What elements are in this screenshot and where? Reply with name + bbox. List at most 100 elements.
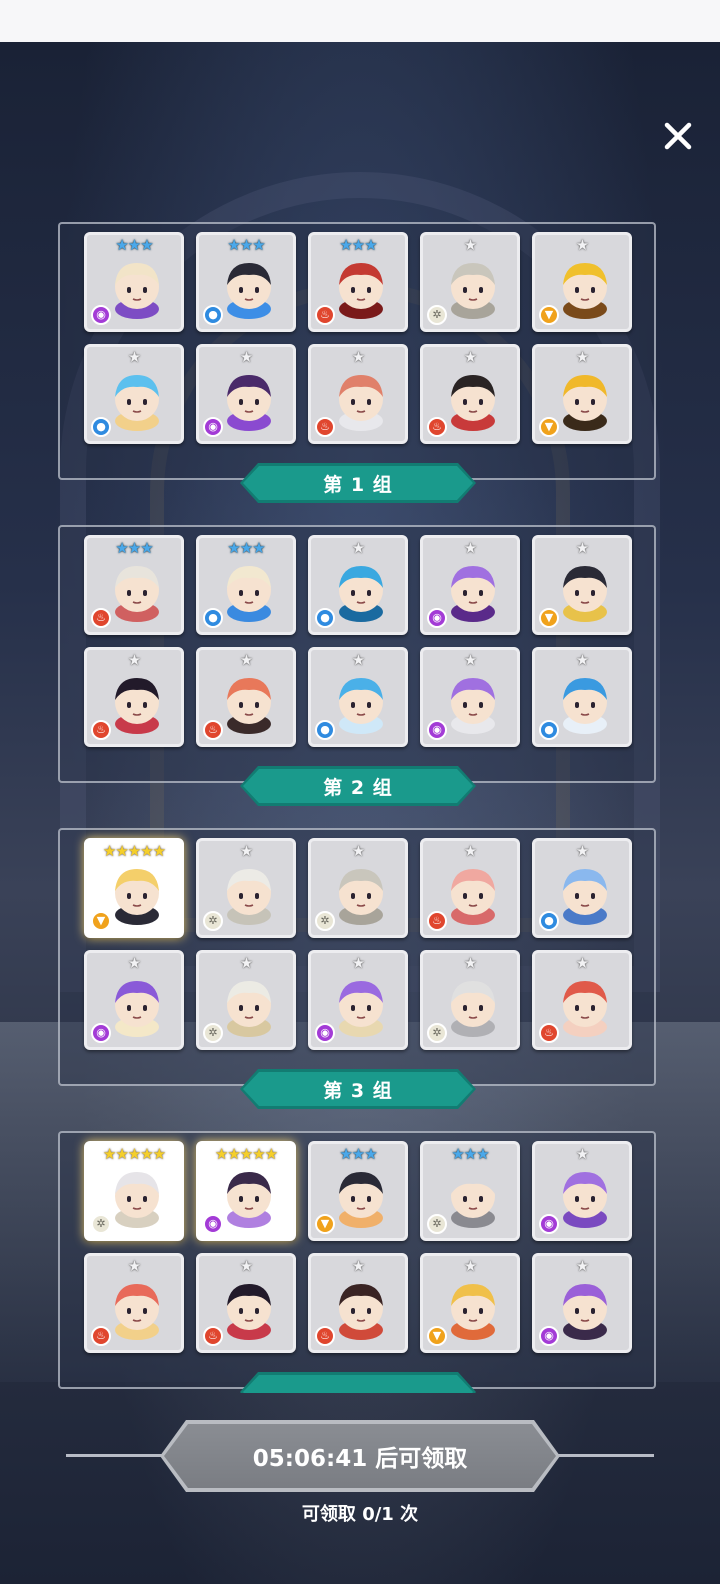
hero-card-purple-winged-helmet-knight[interactable]: ★ ◉	[420, 647, 520, 747]
group-label-badge: 第 1 组	[240, 463, 476, 503]
close-button[interactable]	[658, 116, 698, 156]
hero-portrait	[329, 558, 393, 622]
dark-element-icon: ◉	[427, 720, 447, 740]
group-label-text: 第 3 组	[323, 1079, 393, 1102]
water-element-icon: ●	[203, 608, 223, 628]
hero-card-white-hair-blue-masked-ninja[interactable]: ★★★ ●	[196, 535, 296, 635]
light-element-icon: ✲	[315, 911, 335, 931]
hero-card-red-spellbook-eye[interactable]: ★★★ ♨	[308, 232, 408, 332]
hero-portrait	[553, 255, 617, 319]
star-rating-icon: ★	[127, 1257, 141, 1275]
water-element-icon: ●	[539, 911, 559, 931]
wind-element-icon: ▼	[91, 911, 111, 931]
hero-card-armored-white-robot[interactable]: ★★★ ✲	[420, 1141, 520, 1241]
hero-card-purple-cat-eared-girl[interactable]: ★ ◉	[308, 950, 408, 1050]
star-rating-icon: ★	[575, 1257, 589, 1275]
hero-card-blue-fuzzball[interactable]: ★ ●	[308, 535, 408, 635]
star-rating-icon: ★	[575, 236, 589, 254]
hero-card-red-hat-card-soldier[interactable]: ★ ♨	[420, 344, 520, 444]
hero-card-white-mummy[interactable]: ★ ✲	[196, 838, 296, 938]
hero-card-gray-cactus[interactable]: ★ ✲	[420, 232, 520, 332]
star-rating-icon: ★	[351, 954, 365, 972]
hero-portrait	[441, 1164, 505, 1228]
hero-card-purple-cactus[interactable]: ★ ◉	[532, 1141, 632, 1241]
hero-portrait	[329, 1276, 393, 1340]
hero-portrait	[553, 558, 617, 622]
hero-card-red-wolf[interactable]: ★ ♨	[84, 1253, 184, 1353]
hero-card-bandaged-horned-mummy[interactable]: ★★★ ♨	[84, 535, 184, 635]
star-rating-icon: ★★★	[115, 539, 153, 557]
hero-card-blue-mask-samurai[interactable]: ★★★ ●	[196, 232, 296, 332]
star-rating-icon: ★	[351, 539, 365, 557]
hero-card-blue-wolf[interactable]: ★ ●	[84, 344, 184, 444]
hero-card-purple-gem-sorceress[interactable]: ★★★★★ ◉	[196, 1141, 296, 1241]
claim-button[interactable]: 05:06:41 后可领取	[160, 1420, 560, 1492]
hero-card-purple-witch-girl[interactable]: ★ ◉	[196, 344, 296, 444]
hero-grid: ★★★★★ ▼ ★ ✲ ★ ✲ ★ ♨ ★ ● ★ ◉ ★ ✲ ★ ◉ ★ ✲ ★ ♨	[84, 838, 632, 1050]
star-rating-icon: ★	[575, 954, 589, 972]
wind-element-icon: ▼	[427, 1326, 447, 1346]
hero-card-bandaged-scout[interactable]: ★★★ ▼	[308, 1141, 408, 1241]
hero-portrait	[217, 670, 281, 734]
hero-card-golden-treasure-chest[interactable]: ★ ▼	[532, 344, 632, 444]
star-rating-icon: ★	[239, 954, 253, 972]
hero-card-blue-unicorn-dragon[interactable]: ★ ●	[532, 647, 632, 747]
fire-element-icon: ♨	[539, 1023, 559, 1043]
star-rating-icon: ★	[239, 651, 253, 669]
hero-card-silver-antenna-girl[interactable]: ★ ✲	[420, 950, 520, 1050]
hero-card-gold-helmet-warrior[interactable]: ★ ▼	[532, 535, 632, 635]
light-element-icon: ✲	[427, 1023, 447, 1043]
claim-countdown: 05:06:41 后可领取	[252, 1446, 468, 1472]
hero-portrait	[217, 558, 281, 622]
star-rating-icon: ★	[463, 842, 477, 860]
hero-portrait	[217, 861, 281, 925]
hero-card-winged-helmet-knight[interactable]: ★ ♨	[308, 344, 408, 444]
hero-portrait	[441, 255, 505, 319]
hero-card-silver-hair-goddess[interactable]: ★★★★★ ✲	[84, 1141, 184, 1241]
light-element-icon: ✲	[427, 305, 447, 325]
hero-card-purple-skull-ghost[interactable]: ★ ◉	[420, 535, 520, 635]
fire-element-icon: ♨	[315, 417, 335, 437]
dark-element-icon: ◉	[539, 1214, 559, 1234]
group-panel: ★★★★★ ▼ ★ ✲ ★ ✲ ★ ♨ ★ ● ★ ◉ ★ ✲ ★ ◉ ★ ✲ ★ ♨ 第 3 组	[58, 828, 656, 1086]
hero-card-black-hair-shrine-maiden[interactable]: ★ ♨	[84, 647, 184, 747]
hero-card-orange-rock-golem[interactable]: ★ ♨	[196, 647, 296, 747]
hero-card-red-witch-girl[interactable]: ★ ♨	[308, 1253, 408, 1353]
hero-portrait	[441, 973, 505, 1037]
star-rating-icon: ★	[127, 954, 141, 972]
hero-card-blue-hair-diamond-girl[interactable]: ★ ●	[308, 647, 408, 747]
dark-element-icon: ◉	[203, 1214, 223, 1234]
star-rating-icon: ★	[463, 236, 477, 254]
dark-element-icon: ◉	[315, 1023, 335, 1043]
hero-card-white-cat-eared-girl[interactable]: ★ ✲	[196, 950, 296, 1050]
hero-card-white-hair-masked-ninja[interactable]: ★★★ ◉	[84, 232, 184, 332]
star-rating-icon: ★★★	[115, 236, 153, 254]
claim-count-text: 可领取 0/1 次	[301, 1504, 419, 1525]
wind-element-icon: ▼	[539, 608, 559, 628]
hero-card-black-hair-shrine-maiden[interactable]: ★ ♨	[196, 1253, 296, 1353]
water-element-icon: ●	[315, 720, 335, 740]
hero-portrait	[329, 367, 393, 431]
hero-card-blue-slime-ghost[interactable]: ★ ●	[532, 838, 632, 938]
hero-card-purple-treasure-chest[interactable]: ★ ◉	[532, 1253, 632, 1353]
hero-card-pink-slime-ghost[interactable]: ★ ♨	[420, 838, 520, 938]
hero-grid: ★★★ ♨ ★★★ ● ★ ● ★ ◉ ★ ▼ ★ ♨ ★ ♨ ★ ● ★ ◉ ★ ●	[84, 535, 632, 747]
close-icon	[664, 122, 692, 150]
star-rating-icon: ★★★	[227, 236, 265, 254]
hero-portrait	[553, 973, 617, 1037]
hero-card-blonde-maid-girl[interactable]: ★★★★★ ▼	[84, 838, 184, 938]
hero-card-golden-flame-ring-spirit[interactable]: ★ ▼	[420, 1253, 520, 1353]
group-label-badge	[240, 1372, 476, 1393]
hero-portrait	[553, 861, 617, 925]
star-rating-icon: ★	[239, 842, 253, 860]
group-list[interactable]: ★★★ ◉ ★★★ ● ★★★ ♨ ★ ✲ ★ ▼ ★ ● ★ ◉ ★ ♨ ★ ♨ ★ ▼ 第 1 组 ★★★ ♨ ★★★ ● ★…	[0, 178, 720, 1393]
group-panel: ★★★ ◉ ★★★ ● ★★★ ♨ ★ ✲ ★ ▼ ★ ● ★ ◉ ★ ♨ ★ ♨ ★ ▼ 第 1 组	[58, 222, 656, 480]
hero-card-purple-wizard-cat[interactable]: ★ ◉	[84, 950, 184, 1050]
hero-card-red-flame-ring-spirit[interactable]: ★ ♨	[532, 950, 632, 1050]
hero-card-gray-cactus[interactable]: ★ ✲	[308, 838, 408, 938]
hero-portrait	[217, 255, 281, 319]
hero-portrait	[105, 367, 169, 431]
star-rating-icon: ★	[127, 651, 141, 669]
hero-card-yellow-sunflower-beast[interactable]: ★ ▼	[532, 232, 632, 332]
hero-portrait	[441, 670, 505, 734]
